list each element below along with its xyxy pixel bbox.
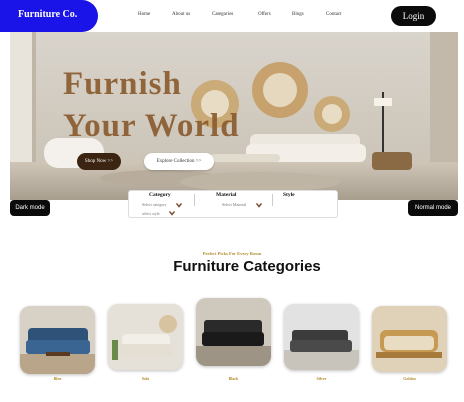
hero-title-line1: Furnish: [63, 66, 182, 102]
nav-home[interactable]: Home: [138, 12, 150, 17]
categories-subtitle: Perfect Picks For Every Room: [202, 251, 262, 256]
golden-sofa-image: [376, 330, 442, 358]
category-cards: Blue Sofa Black Silver Golden: [0, 298, 464, 390]
hero-title-line2: Your World: [63, 108, 240, 144]
filter-bar: Category Select category Material Select…: [128, 190, 338, 218]
nav-offers[interactable]: Offers: [258, 12, 271, 17]
nav-blogs[interactable]: Blogs: [292, 12, 304, 17]
material-select[interactable]: Select Material: [222, 202, 246, 207]
sofa-image: [112, 315, 177, 360]
login-button[interactable]: Login: [391, 6, 436, 26]
nav-about[interactable]: About us: [172, 12, 190, 17]
style-label: Style: [283, 192, 295, 198]
dark-mode-button[interactable]: Dark mode: [10, 200, 50, 216]
category-label-sofa: Sofa: [141, 376, 150, 381]
blue-sofa-image: [20, 328, 95, 374]
hero-banner: Furnish Your World Shop Now >> Explore C…: [10, 32, 458, 200]
style-chevron-icon[interactable]: [169, 210, 175, 216]
category-card-black[interactable]: [196, 298, 271, 366]
category-card-golden[interactable]: [372, 306, 447, 372]
category-select[interactable]: Select category: [142, 202, 167, 207]
category-label-blue: Blue: [53, 376, 62, 381]
categories-title: Furniture Categories: [173, 258, 321, 275]
normal-mode-button[interactable]: Normal mode: [408, 200, 458, 216]
filter-divider: [272, 194, 273, 206]
nav-contact[interactable]: Contact: [326, 12, 342, 17]
category-chevron-icon[interactable]: [176, 202, 182, 208]
site-header: Furniture Co. Home About us Categories O…: [0, 0, 464, 32]
nav-categories[interactable]: Categories: [212, 12, 233, 17]
brand-logo[interactable]: Furniture Co.: [0, 0, 98, 32]
material-chevron-icon[interactable]: [256, 202, 262, 208]
black-sofa-image: [196, 320, 271, 366]
explore-collection-button[interactable]: Explore Collection >>: [144, 153, 214, 170]
material-label: Material: [216, 192, 237, 198]
category-label-golden: Golden: [403, 376, 416, 381]
category-label-black: Black: [228, 376, 239, 381]
category-card-sofa[interactable]: [108, 304, 183, 370]
category-card-blue[interactable]: [20, 306, 95, 374]
category-card-silver[interactable]: [284, 304, 359, 370]
filter-divider: [194, 194, 195, 206]
shop-now-button[interactable]: Shop Now >>: [77, 153, 121, 170]
style-select[interactable]: select style: [142, 211, 160, 216]
main-nav: Home About us Categories Offers Blogs Co…: [130, 12, 360, 22]
category-label: Category: [149, 192, 171, 198]
category-label-silver: Silver: [316, 376, 327, 381]
silver-sofa-image: [284, 330, 359, 370]
